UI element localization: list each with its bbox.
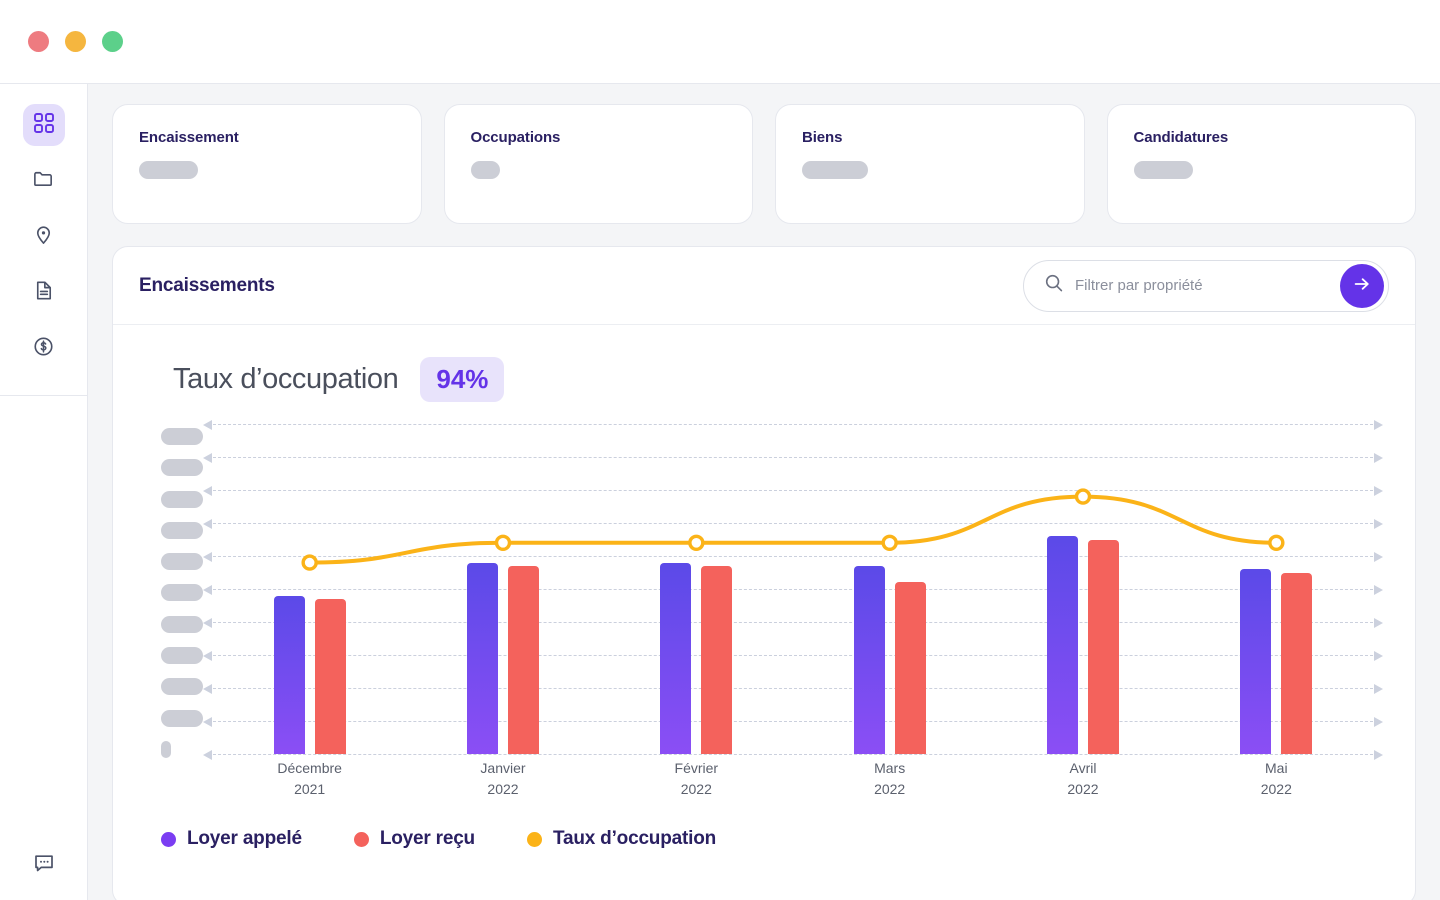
y-axis-label-placeholder — [161, 709, 203, 727]
x-axis-label: Avril 2022 — [986, 760, 1179, 797]
page-title: Encaissements — [139, 274, 275, 296]
x-axis-label: Février 2022 — [600, 760, 793, 797]
window-minimize-dot[interactable] — [65, 31, 86, 52]
sidebar — [0, 83, 88, 900]
sidebar-nav — [0, 84, 87, 384]
kpi-title: Encaissement — [139, 129, 239, 146]
main-content: Encaissement Occupations Biens Candidatu… — [88, 83, 1440, 900]
x-axis-year: 2022 — [680, 781, 712, 797]
window-close-dot[interactable] — [28, 31, 49, 52]
chart-legend: Loyer appelé Loyer reçu Taux d’occupation — [161, 828, 716, 850]
sidebar-item-locations[interactable] — [23, 216, 65, 258]
y-axis-labels — [161, 428, 203, 758]
sidebar-item-chat[interactable] — [23, 844, 65, 886]
search-icon — [1044, 273, 1064, 298]
x-axis-year: 2022 — [1260, 781, 1292, 797]
x-axis-month: Mai — [1265, 760, 1288, 776]
y-axis-label-placeholder — [161, 647, 203, 665]
x-axis-labels: Décembre 2021 Janvier 2022 Février 2022 Mars 20… — [213, 760, 1373, 797]
encaissements-panel: Encaissements Filtrer par propriété Taux… — [112, 246, 1416, 900]
x-axis-label: Mai 2022 — [1180, 760, 1373, 797]
x-axis-month: Décembre — [277, 760, 342, 776]
legend-label: Loyer appelé — [187, 828, 302, 849]
kpi-card-occupations[interactable]: Occupations — [443, 104, 753, 224]
legend-item[interactable]: Loyer appelé — [161, 828, 302, 850]
legend-item[interactable]: Loyer reçu — [353, 828, 475, 850]
x-axis-label: Décembre 2021 — [213, 760, 406, 797]
y-axis-label-placeholder — [161, 428, 203, 445]
search-input[interactable] — [1075, 277, 1305, 294]
kpi-value-placeholder — [139, 161, 198, 179]
line-marker[interactable] — [1074, 488, 1092, 505]
folder-icon — [32, 167, 55, 195]
gridline — [203, 750, 1383, 760]
sidebar-item-folder[interactable] — [23, 160, 65, 202]
x-axis-month: Janvier — [480, 760, 526, 776]
legend-item[interactable]: Taux d’occupation — [526, 828, 717, 850]
x-axis-year: 2022 — [487, 781, 519, 797]
y-axis-label-placeholder — [161, 553, 203, 571]
search-submit-button[interactable] — [1340, 263, 1384, 308]
y-axis-label-placeholder — [161, 490, 203, 508]
kpi-value-placeholder — [802, 161, 868, 179]
x-axis-year: 2022 — [874, 781, 906, 797]
line-marker[interactable] — [881, 534, 898, 552]
occupancy-rate-badge: 94% — [420, 357, 505, 402]
filter-search-bar[interactable] — [1023, 259, 1389, 312]
occupancy-line-series — [301, 488, 1285, 571]
chart-plot-area — [203, 420, 1383, 760]
y-axis-label-placeholder — [161, 459, 203, 477]
kpi-card-encaissement[interactable]: Encaissement — [112, 104, 422, 224]
y-axis-label-placeholder — [161, 740, 171, 758]
dashboard-grid-icon — [33, 112, 55, 139]
x-axis-month: Février — [674, 760, 719, 776]
x-axis-label: Janvier 2022 — [406, 760, 599, 797]
arrow-right-icon — [1351, 273, 1373, 298]
y-axis-label-placeholder — [161, 521, 203, 539]
legend-label: Loyer reçu — [379, 828, 475, 849]
kpi-value-placeholder — [1133, 161, 1193, 179]
sidebar-item-finance[interactable] — [23, 328, 65, 370]
legend-color-dot — [161, 831, 176, 847]
legend-color-dot — [353, 831, 369, 847]
location-pin-icon — [32, 223, 55, 251]
y-axis-label-placeholder — [161, 615, 203, 633]
x-axis-year: 2022 — [1067, 781, 1099, 797]
document-icon — [32, 279, 55, 307]
chat-bubble-icon — [32, 851, 56, 880]
kpi-card-candidatures[interactable]: Candidatures — [1106, 104, 1416, 224]
window-titlebar — [0, 0, 1440, 83]
legend-label: Taux d’occupation — [552, 828, 717, 849]
sidebar-item-dashboard[interactable] — [22, 104, 65, 146]
kpi-title: Candidatures — [1133, 129, 1229, 146]
chart-header: Taux d’occupation 94% — [113, 325, 1415, 402]
line-marker[interactable] — [301, 554, 318, 571]
line-marker[interactable] — [688, 534, 705, 552]
app-window: Encaissement Occupations Biens Candidatu… — [0, 0, 1440, 900]
kpi-title: Occupations — [470, 129, 561, 146]
y-axis-label-placeholder — [161, 584, 203, 602]
encaissements-chart: Décembre 2021 Janvier 2022 Février 2022 Mars 20… — [113, 420, 1415, 849]
kpi-card-row: Encaissement Occupations Biens Candidatu… — [112, 104, 1416, 224]
kpi-title: Biens — [802, 129, 843, 146]
x-axis-month: Mars — [874, 760, 906, 776]
line-marker[interactable] — [494, 534, 512, 552]
kpi-card-biens[interactable]: Biens — [775, 104, 1085, 224]
panel-header: Encaissements — [113, 247, 1415, 325]
x-axis-year: 2021 — [294, 781, 326, 797]
line-path-taux-occupation — [307, 494, 1279, 565]
x-axis-label: Mars 2022 — [793, 760, 986, 797]
dollar-circle-icon — [32, 335, 55, 363]
legend-color-dot — [526, 831, 542, 847]
occupancy-rate-label: Taux d’occupation — [173, 363, 399, 395]
kpi-value-placeholder — [470, 161, 500, 179]
sidebar-item-documents[interactable] — [23, 272, 65, 314]
y-axis-label-placeholder — [161, 678, 203, 696]
line-marker[interactable] — [1268, 534, 1285, 552]
sidebar-divider — [0, 395, 88, 396]
window-maximize-dot[interactable] — [102, 31, 123, 52]
x-axis-month: Avril — [1069, 760, 1097, 776]
